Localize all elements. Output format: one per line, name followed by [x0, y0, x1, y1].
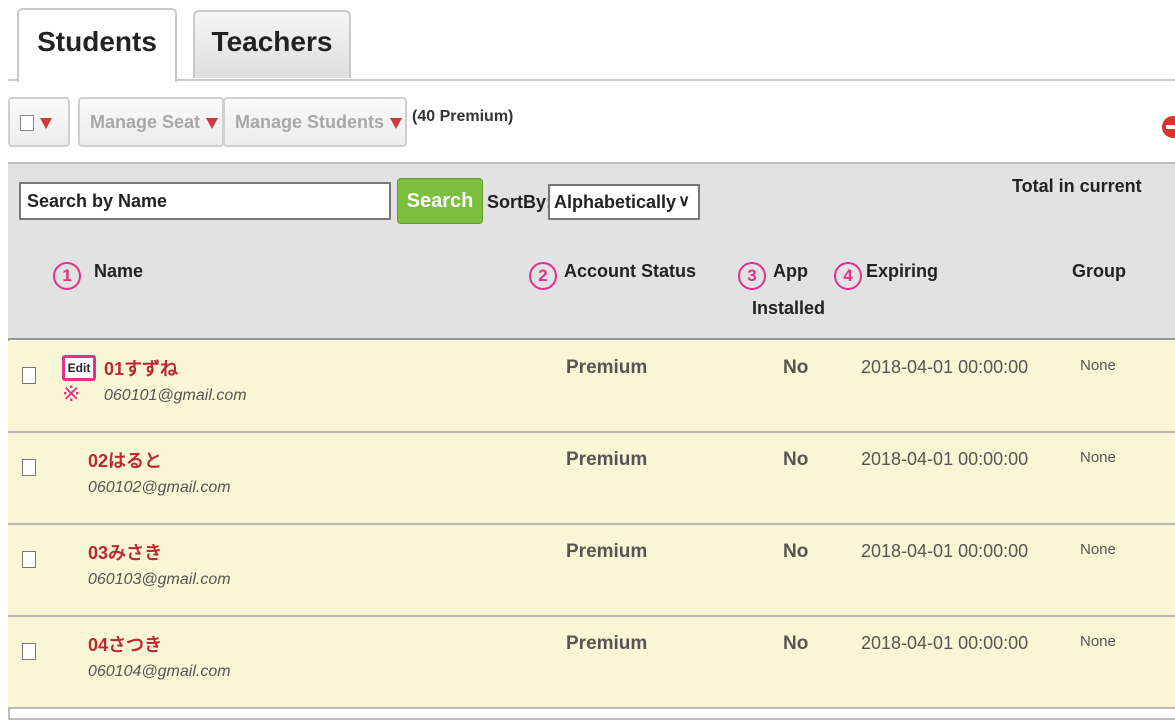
row-checkbox[interactable] [22, 643, 36, 660]
annotation-marker-1: 1 [53, 262, 81, 290]
group-value: None [1080, 633, 1116, 650]
sort-select-value: Alphabetically [554, 192, 677, 212]
student-name[interactable]: 04さつき [88, 631, 162, 657]
select-all-dropdown[interactable] [8, 97, 70, 147]
column-header-status[interactable]: Account Status [564, 261, 696, 282]
app-installed: No [783, 541, 809, 562]
student-email: 060103@gmail.com [88, 571, 231, 588]
column-header-group[interactable]: Group [1072, 261, 1126, 282]
remove-icon[interactable] [1162, 116, 1175, 138]
caret-down-icon [206, 117, 219, 129]
premium-count: (40 Premium) [412, 108, 514, 125]
annotation-marker-2: 2 [529, 262, 557, 290]
account-status: Premium [566, 449, 648, 470]
manage-seat-button[interactable]: Manage Seat [78, 97, 224, 147]
manage-students-button[interactable]: Manage Students [223, 97, 407, 147]
row-checkbox[interactable] [22, 367, 36, 384]
annotation-marker-4: 4 [834, 262, 862, 290]
student-name[interactable]: 01すずね [104, 355, 178, 381]
search-input[interactable] [19, 182, 391, 220]
group-value: None [1080, 449, 1116, 466]
table-row: 03みさき 060103@gmail.com Premium No 2018-0… [8, 525, 1175, 617]
manage-students-label: Manage Students [235, 112, 385, 132]
total-label: Total in current [1012, 176, 1142, 196]
column-header-app-line2: Installed [752, 298, 826, 318]
table-header [8, 229, 1175, 340]
annotation-marker-3: 3 [738, 262, 766, 290]
expiring-date: 2018-04-01 00:00:00 [861, 357, 1029, 377]
row-checkbox[interactable] [22, 551, 36, 568]
table-row: Edit ※ 01すずね 060101@gmail.com Premium No… [8, 341, 1175, 433]
column-header-name[interactable]: Name [94, 261, 143, 282]
expiring-date: 2018-04-01 00:00:00 [861, 633, 1029, 653]
app-installed: No [783, 633, 809, 654]
tab-teachers[interactable]: Teachers [193, 10, 351, 78]
account-status: Premium [566, 541, 648, 562]
search-button[interactable]: Search [397, 178, 483, 224]
expiring-date: 2018-04-01 00:00:00 [861, 449, 1029, 469]
manage-seat-label: Manage Seat [90, 112, 201, 132]
row-checkbox[interactable] [22, 459, 36, 476]
app-installed: No [783, 449, 809, 470]
student-name[interactable]: 02はると [88, 447, 162, 473]
account-status: Premium [566, 357, 648, 378]
tab-students[interactable]: Students [17, 8, 177, 82]
note-mark: ※ [62, 381, 81, 406]
app-installed: No [783, 357, 809, 378]
edit-button[interactable]: Edit [62, 355, 96, 381]
table-row: 02はると 060102@gmail.com Premium No 2018-0… [8, 433, 1175, 525]
caret-down-icon [40, 117, 52, 129]
checkbox-icon [20, 115, 34, 132]
student-name[interactable]: 03みさき [88, 539, 162, 565]
sortby-label: SortBy: [487, 192, 553, 212]
student-email: 060104@gmail.com [88, 663, 231, 680]
column-header-expiring[interactable]: Expiring [866, 261, 938, 282]
column-header-app[interactable]: App [773, 261, 808, 282]
caret-down-icon [390, 117, 403, 129]
tab-bar: Students Teachers [0, 0, 1175, 82]
sort-select[interactable]: Alphabetically ∨ [548, 184, 700, 220]
tab-divider [8, 79, 1175, 81]
group-value: None [1080, 357, 1116, 374]
student-email: 060101@gmail.com [104, 387, 247, 404]
student-email: 060102@gmail.com [88, 479, 231, 496]
chevron-down-icon: ∨ [678, 193, 690, 210]
group-value: None [1080, 541, 1116, 558]
account-status: Premium [566, 633, 648, 654]
table-row: 04さつき 060104@gmail.com Premium No 2018-0… [8, 617, 1175, 709]
expiring-date: 2018-04-01 00:00:00 [861, 541, 1029, 561]
